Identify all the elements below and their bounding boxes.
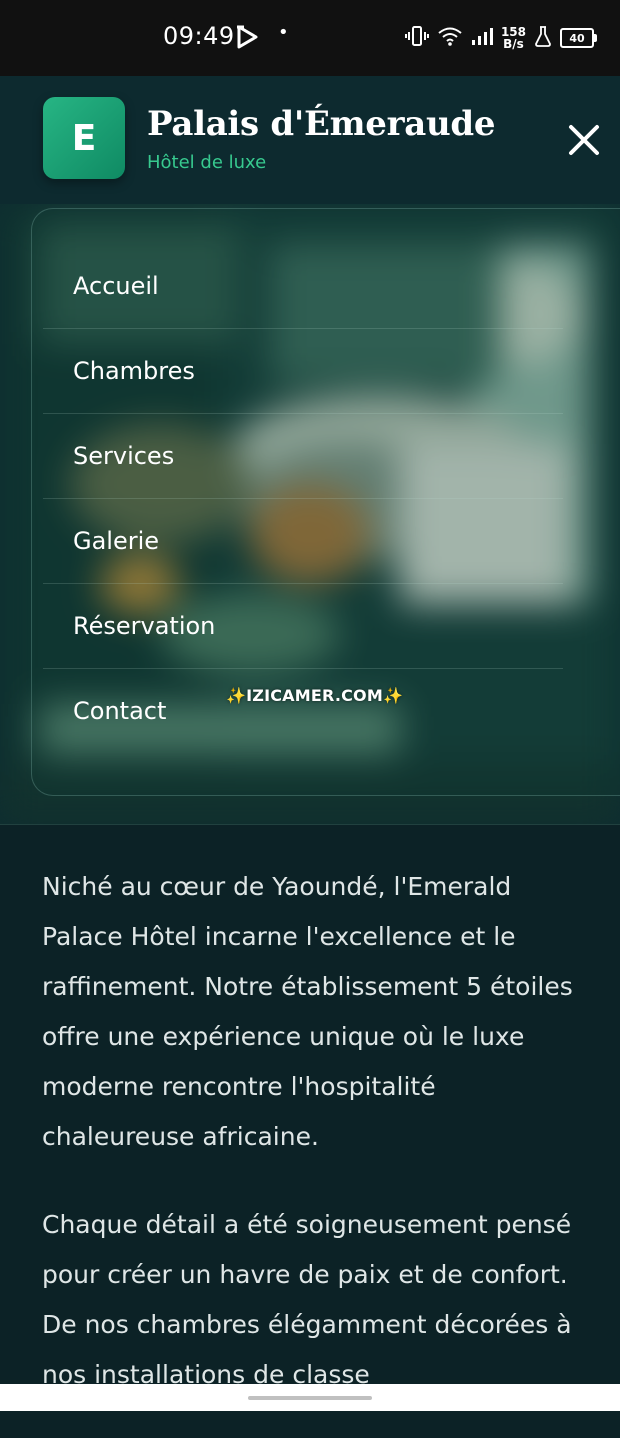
close-menu-button[interactable]	[560, 116, 608, 164]
nav-item-services[interactable]: Services	[43, 414, 563, 499]
wifi-icon	[437, 25, 463, 51]
hotel-name[interactable]: Palais d'Émeraude	[147, 104, 496, 144]
logo-letter: E	[71, 117, 97, 159]
status-icons: 158 B/s 40	[404, 20, 597, 56]
mobile-nav-overlay: Accueil Chambres Services Galerie Réserv…	[0, 204, 620, 825]
hotel-logo[interactable]: E	[43, 97, 125, 179]
hotel-tagline: Hôtel de luxe	[147, 152, 267, 173]
nav-item-chambres[interactable]: Chambres	[43, 329, 563, 414]
flask-icon	[534, 25, 552, 51]
battery-indicator: 40	[560, 28, 597, 48]
system-navigation-bar	[0, 1384, 620, 1411]
about-paragraph: Niché au cœur de Yaoundé, l'Emerald Pala…	[42, 872, 573, 1151]
status-time: 09:49	[163, 22, 235, 50]
nav-item-reservation[interactable]: Réservation	[43, 584, 563, 669]
notification-dot: •	[278, 22, 289, 43]
close-icon	[569, 125, 599, 155]
nav-item-galerie[interactable]: Galerie	[43, 499, 563, 584]
site-header: E Palais d'Émeraude Hôtel de luxe	[0, 76, 620, 204]
vibrate-icon	[404, 24, 429, 52]
signal-icon	[471, 25, 493, 51]
home-gesture-handle[interactable]	[248, 1396, 372, 1400]
about-content: Niché au cœur de Yaoundé, l'Emerald Pala…	[42, 862, 582, 1438]
nav-menu: Accueil Chambres Services Galerie Réserv…	[43, 244, 563, 753]
about-paragraph: Chaque détail a été soigneusement pensé …	[42, 1210, 572, 1389]
network-speed-unit: B/s	[503, 37, 524, 51]
watermark: ✨IZICAMER.COM✨	[226, 686, 404, 705]
media-play-icon	[234, 24, 260, 54]
status-bar: 09:49 • 158 B/s 40	[0, 0, 620, 76]
nav-item-accueil[interactable]: Accueil	[43, 244, 563, 329]
network-speed: 158 B/s	[501, 26, 526, 50]
nav-item-contact[interactable]: Contact	[43, 669, 563, 753]
